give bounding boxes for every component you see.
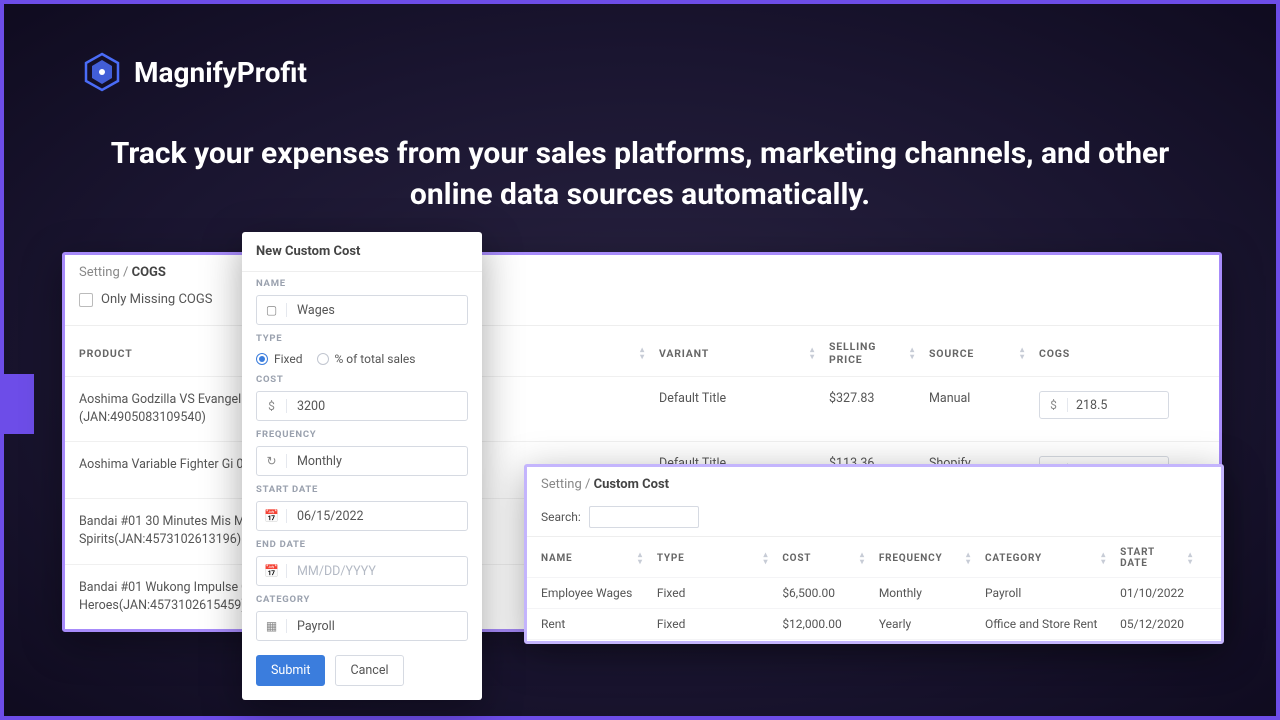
freq-select[interactable]: ↻ Monthly bbox=[256, 446, 468, 476]
table-row: Employee WagesFixed$6,500.00MonthlyPayro… bbox=[527, 577, 1221, 608]
submit-button[interactable]: Submit bbox=[256, 655, 325, 686]
label-name: NAME bbox=[256, 278, 468, 289]
search-label: Search: bbox=[541, 510, 581, 524]
calendar-icon: 📅 bbox=[257, 509, 287, 523]
cc-col-name[interactable]: NAME bbox=[541, 553, 572, 564]
cogs-input[interactable]: $218.5 bbox=[1039, 391, 1169, 419]
breadcrumb-prefix: Setting / bbox=[541, 477, 594, 492]
cc-col-cost[interactable]: COST bbox=[782, 553, 811, 564]
start-date-input[interactable]: 📅 06/15/2022 bbox=[256, 501, 468, 531]
sort-icon[interactable] bbox=[1101, 551, 1106, 565]
table-row: Server Cost% of total sales$0.20MonthlyI… bbox=[527, 639, 1221, 644]
cogs-table-header: PRODUCT VARIANT SELLING PRICE SOURCE COG… bbox=[65, 325, 1219, 376]
search-input[interactable] bbox=[589, 506, 699, 528]
radio-icon bbox=[256, 353, 268, 365]
radio-fixed[interactable]: Fixed bbox=[256, 352, 303, 366]
category-value: Payroll bbox=[287, 619, 467, 634]
headline: Track your expenses from your sales plat… bbox=[4, 134, 1276, 215]
cell-price: $327.83 bbox=[829, 391, 929, 427]
sort-icon[interactable] bbox=[638, 551, 643, 565]
col-source[interactable]: SOURCE bbox=[929, 347, 974, 360]
cell-freq: Yearly bbox=[879, 617, 985, 631]
sort-icon[interactable] bbox=[763, 551, 768, 565]
brand: MagnifyProfit bbox=[82, 52, 307, 92]
form-title: New Custom Cost bbox=[242, 232, 482, 272]
table-row: Aoshima Godzilla VS Evangelion -01 Color… bbox=[65, 376, 1219, 441]
sort-icon[interactable] bbox=[1188, 551, 1193, 565]
end-date-input[interactable]: 📅 MM/DD/YYYY bbox=[256, 556, 468, 586]
cell-type: Fixed bbox=[657, 617, 782, 631]
cell-freq: Monthly bbox=[879, 586, 985, 600]
start-date-value: 06/15/2022 bbox=[287, 509, 467, 524]
table-row: RentFixed$12,000.00YearlyOffice and Stor… bbox=[527, 608, 1221, 639]
brand-logo-icon bbox=[82, 52, 122, 92]
col-product[interactable]: PRODUCT bbox=[79, 347, 133, 360]
cell-date: 01/10/2022 bbox=[1120, 586, 1207, 600]
cell-cat: Office and Store Rent bbox=[985, 617, 1120, 631]
sort-icon[interactable] bbox=[966, 551, 971, 565]
brand-name: MagnifyProfit bbox=[134, 56, 307, 89]
sort-icon[interactable] bbox=[1020, 346, 1025, 360]
breadcrumb: Setting / COGS bbox=[65, 255, 1219, 286]
col-cogs[interactable]: COGS bbox=[1039, 347, 1070, 360]
label-type: TYPE bbox=[256, 333, 468, 344]
cell-variant: Default Title bbox=[659, 391, 829, 427]
col-variant[interactable]: VARIANT bbox=[659, 347, 709, 360]
label-freq: FREQUENCY bbox=[256, 429, 468, 440]
sort-icon[interactable] bbox=[910, 346, 915, 360]
sort-icon[interactable] bbox=[810, 346, 815, 360]
custom-cost-header: NAME TYPE COST FREQUENCY CATEGORY START … bbox=[527, 536, 1221, 577]
dollar-icon: $ bbox=[257, 399, 287, 413]
new-custom-cost-form: New Custom Cost NAME ▢ Wages TYPE Fixed … bbox=[242, 232, 482, 700]
cancel-button[interactable]: Cancel bbox=[335, 655, 403, 686]
cell-type: Fixed bbox=[657, 586, 782, 600]
accent-bar-left bbox=[4, 374, 34, 434]
cell-name: Employee Wages bbox=[541, 586, 657, 600]
grid-icon: ▦ bbox=[257, 619, 287, 633]
sort-icon[interactable] bbox=[860, 551, 865, 565]
freq-value: Monthly bbox=[287, 454, 467, 469]
refresh-icon: ↻ bbox=[257, 454, 287, 468]
cost-value: 3200 bbox=[287, 399, 467, 414]
cell-date: 05/12/2020 bbox=[1120, 617, 1207, 631]
cell-cost: $12,000.00 bbox=[782, 617, 879, 631]
name-input[interactable]: ▢ Wages bbox=[256, 295, 468, 325]
cost-input[interactable]: $ 3200 bbox=[256, 391, 468, 421]
checkbox-icon bbox=[79, 293, 93, 307]
name-value: Wages bbox=[287, 303, 467, 318]
cc-col-freq[interactable]: FREQUENCY bbox=[879, 553, 943, 564]
breadcrumb-current: Custom Cost bbox=[594, 477, 669, 492]
cc-col-date[interactable]: START DATE bbox=[1120, 547, 1184, 569]
cc-col-type[interactable]: TYPE bbox=[657, 553, 685, 564]
cell-name: Rent bbox=[541, 617, 657, 631]
label-start: START DATE bbox=[256, 484, 468, 495]
tag-icon: ▢ bbox=[257, 303, 287, 317]
breadcrumb: Setting / Custom Cost bbox=[527, 467, 1221, 498]
breadcrumb-prefix: Setting / bbox=[79, 265, 132, 280]
category-select[interactable]: ▦ Payroll bbox=[256, 611, 468, 641]
radio-icon bbox=[317, 353, 329, 365]
label-end: END DATE bbox=[256, 539, 468, 550]
breadcrumb-current: COGS bbox=[132, 265, 166, 280]
label-cost: COST bbox=[256, 374, 468, 385]
only-missing-label: Only Missing COGS bbox=[101, 292, 212, 307]
col-price[interactable]: SELLING PRICE bbox=[829, 340, 906, 366]
calendar-icon: 📅 bbox=[257, 564, 287, 578]
cell-cat: Payroll bbox=[985, 586, 1120, 600]
custom-cost-panel: Setting / Custom Cost Search: NAME TYPE … bbox=[524, 464, 1224, 644]
cc-col-cat[interactable]: CATEGORY bbox=[985, 553, 1042, 564]
radio-pct[interactable]: % of total sales bbox=[317, 352, 416, 366]
cell-cost: $6,500.00 bbox=[782, 586, 879, 600]
sort-icon[interactable] bbox=[640, 346, 645, 360]
cell-source: Manual bbox=[929, 391, 1039, 427]
label-cat: CATEGORY bbox=[256, 594, 468, 605]
dollar-icon: $ bbox=[1040, 398, 1068, 412]
end-date-placeholder: MM/DD/YYYY bbox=[287, 564, 467, 579]
